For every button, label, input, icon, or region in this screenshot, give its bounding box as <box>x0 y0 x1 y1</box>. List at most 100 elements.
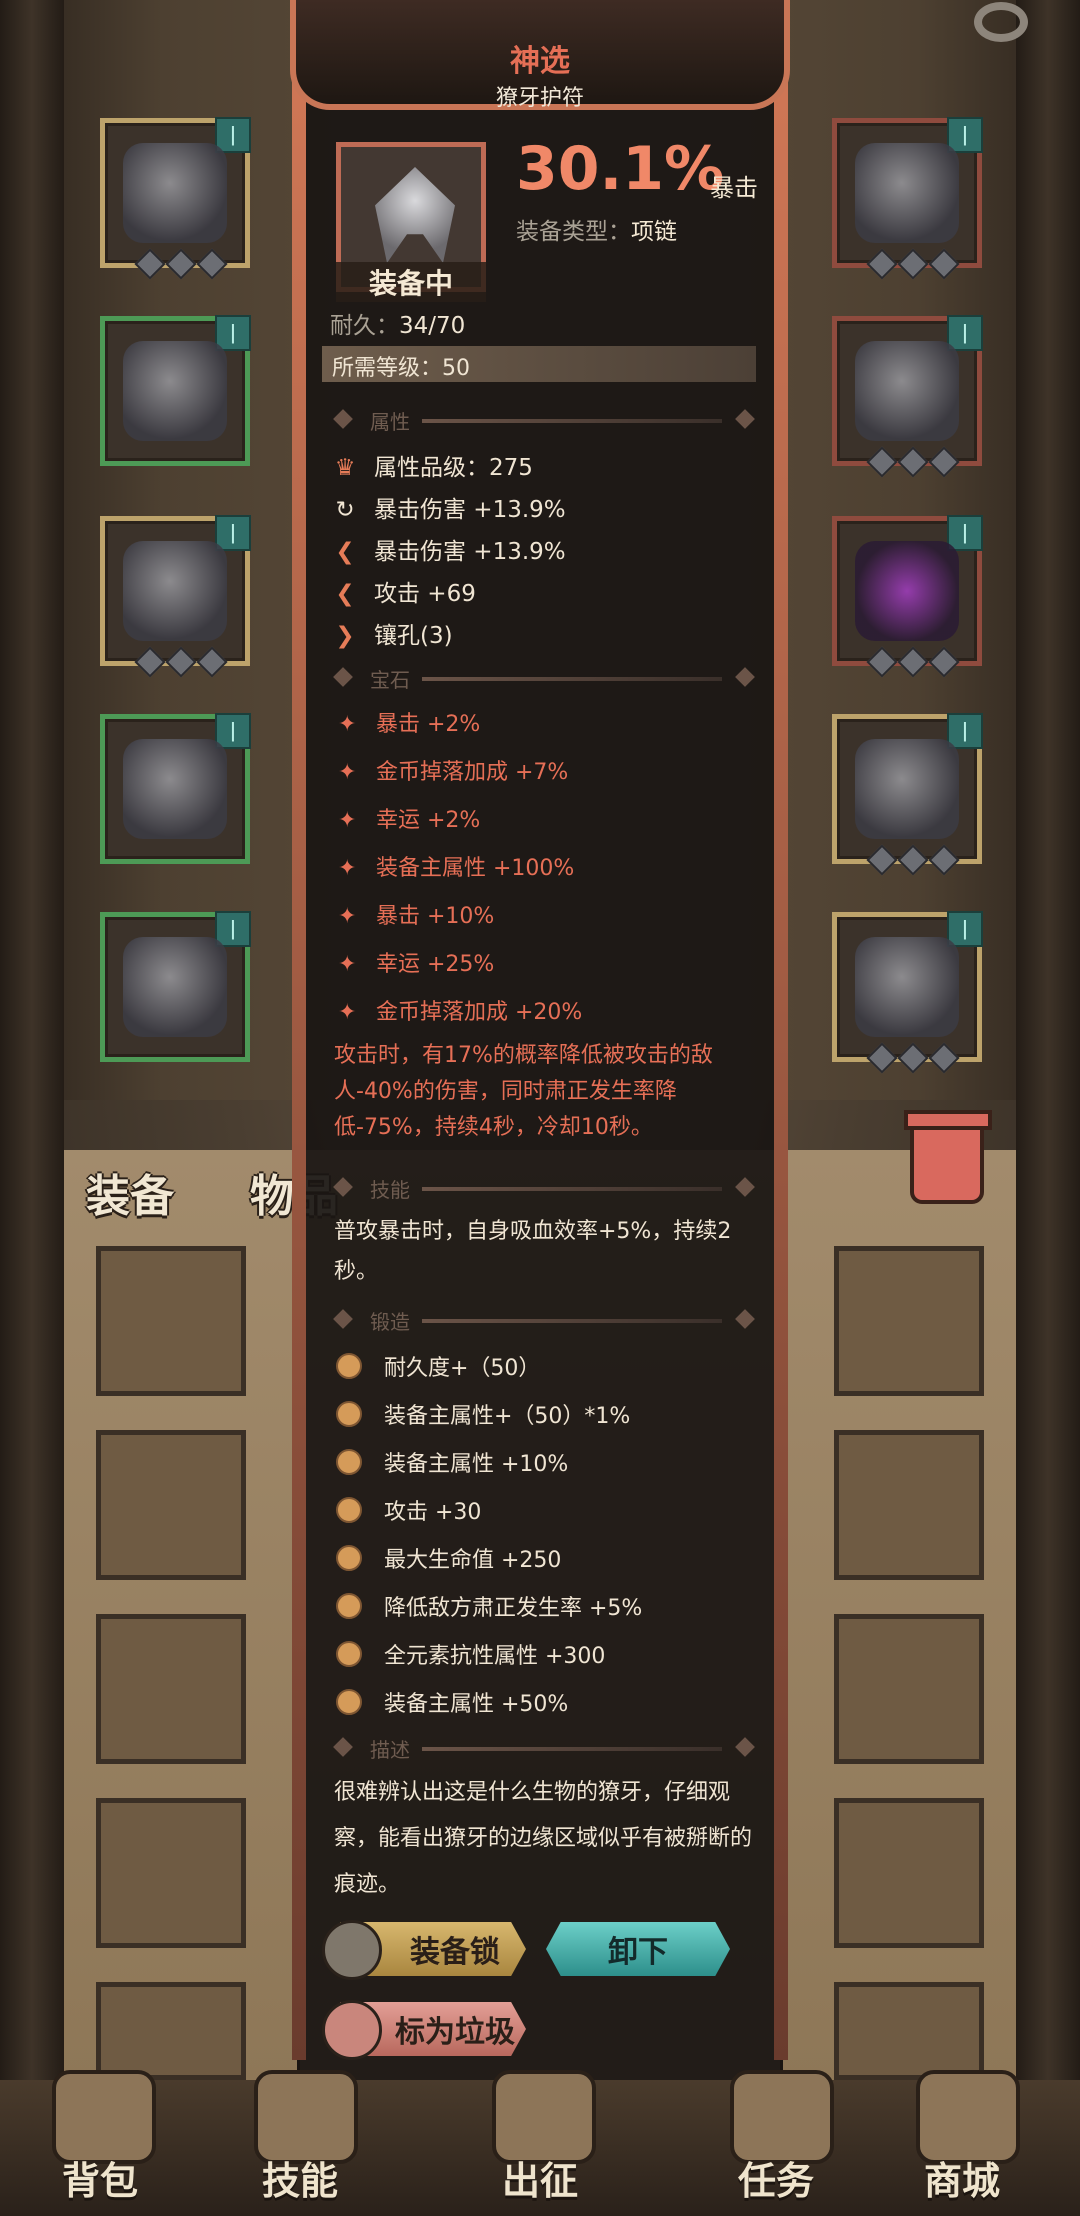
inventory-cell[interactable] <box>96 1982 246 2080</box>
nav-quests[interactable]: 任务 <box>738 2150 814 2205</box>
section-skills: 技能 <box>322 1172 756 1202</box>
gem-row: ✦ 幸运 +25% <box>338 946 494 978</box>
sparkle-icon: ✦ <box>338 712 357 737</box>
equip-slot-legs[interactable]: ǀ <box>100 713 251 864</box>
popup-edge-right <box>774 0 788 2060</box>
section-label: 属性 <box>370 410 410 434</box>
inventory-cell[interactable] <box>96 1246 246 1396</box>
sparkle-icon: ✦ <box>338 904 357 929</box>
equip-slot-shield[interactable]: ǀ <box>832 911 983 1074</box>
tab-equipment[interactable]: 装备 <box>86 1160 174 1224</box>
gem-row: ✦ 金币掉落加成 +20% <box>338 994 582 1026</box>
forge-row: 装备主属性 +50% <box>336 1686 568 1718</box>
attribute-row: ❯ 镶孔(3) <box>330 616 452 650</box>
forge-text: 装备主属性+（50）*1% <box>384 1404 631 1429</box>
forge-dot-icon <box>336 1593 362 1619</box>
inventory-cell[interactable] <box>834 1982 984 2080</box>
sparkle-icon: ✦ <box>338 760 357 785</box>
gem-text: 暴击 +10% <box>376 904 495 929</box>
section-label: 描述 <box>370 1738 410 1762</box>
equip-slot-necklace[interactable]: ǀ <box>832 117 983 280</box>
skull-item-icon <box>855 739 959 839</box>
unequip-button[interactable]: 卸下 <box>546 1922 730 1976</box>
gem-row: ✦ 金币掉落加成 +7% <box>338 754 568 786</box>
equip-slot-head[interactable]: ǀ <box>100 117 251 280</box>
nav-backpack[interactable]: 背包 <box>62 2150 138 2205</box>
forge-row: 最大生命值 +250 <box>336 1542 561 1574</box>
inventory-cell[interactable] <box>96 1614 246 1764</box>
attribute-text: 属性品级：275 <box>374 455 533 481</box>
forge-dot-icon <box>336 1689 362 1715</box>
forge-dot-icon <box>336 1641 362 1667</box>
forge-row: 降低敌方肃正发生率 +5% <box>336 1590 642 1622</box>
armor-item-icon <box>123 341 227 441</box>
section-gems: 宝石 <box>322 662 756 692</box>
description-text: 很难辨认出这是什么生物的獠牙，仔细观察，能看出獠牙的边缘区域似乎有被掰断的痕迹。 <box>334 1780 753 1897</box>
trash-tag-icon <box>322 2000 382 2060</box>
popup-edge-left <box>292 0 306 2060</box>
sparkle-icon: ✦ <box>338 856 357 881</box>
equip-slot-chest[interactable]: ǀ <box>100 315 251 466</box>
forge-row: 全元素抗性属性 +300 <box>336 1638 605 1670</box>
unequip-label: 卸下 <box>608 1935 668 1970</box>
helm-icon <box>375 167 455 263</box>
nav-expedition[interactable]: 出征 <box>502 2150 578 2205</box>
section-attributes: 属性 <box>322 404 756 434</box>
inventory-cell[interactable] <box>96 1430 246 1580</box>
forge-row: 装备主属性+（50）*1% <box>336 1398 630 1430</box>
inventory-cell[interactable] <box>834 1246 984 1396</box>
helm-item-icon <box>855 143 959 243</box>
attribute-text: 暴击伤害 +13.9% <box>374 539 566 565</box>
forge-dot-icon <box>336 1353 362 1379</box>
crit-value: 30.1% <box>516 134 725 204</box>
socket-gems <box>866 248 960 280</box>
equip-slot-ring[interactable]: ǀ <box>832 315 983 478</box>
emblem-item-icon <box>855 937 959 1037</box>
arrow-icon: ❮ <box>335 539 355 565</box>
nav-skills[interactable]: 技能 <box>262 2150 338 2205</box>
inventory-cell[interactable] <box>96 1798 246 1948</box>
nav-shop[interactable]: 商城 <box>924 2150 1000 2205</box>
required-level: 所需等级：50 <box>332 356 470 381</box>
settings-gear-icon[interactable] <box>974 2 1028 42</box>
gem-row: ✦ 暴击 +2% <box>338 706 480 738</box>
section-forge: 锻造 <box>322 1304 756 1334</box>
attribute-text: 攻击 +69 <box>374 581 476 607</box>
forge-row: 装备主属性 +10% <box>336 1446 568 1478</box>
gem-text: 暴击 +2% <box>376 712 481 737</box>
boots-item-icon <box>123 937 227 1037</box>
trash-icon[interactable] <box>904 1110 992 1204</box>
lock-icon <box>322 1920 382 1980</box>
skill-text: 普攻暴击时，自身吸血效率+5%，持续2秒。 <box>334 1219 732 1284</box>
gauntlet-item-icon <box>123 541 227 641</box>
item-type: 装备类型：项链 <box>516 212 677 246</box>
forge-dot-icon <box>336 1545 362 1571</box>
arrow-icon: ❮ <box>335 581 355 607</box>
pants-item-icon <box>123 739 227 839</box>
durability-label: 耐久： <box>330 313 399 339</box>
equip-slot-gloves[interactable]: ǀ <box>100 515 251 678</box>
forge-text: 装备主属性 +50% <box>384 1692 569 1717</box>
inventory-cell[interactable] <box>834 1798 984 1948</box>
attribute-text: 暴击伤害 +13.9% <box>374 497 566 523</box>
forge-text: 降低敌方肃正发生率 +5% <box>384 1596 643 1621</box>
attribute-row: ↻ 暴击伤害 +13.9% <box>330 490 566 524</box>
forge-dot-icon <box>336 1401 362 1427</box>
equip-slot-weapon[interactable]: ǀ <box>832 713 983 876</box>
forge-row: 攻击 +30 <box>336 1494 481 1526</box>
inventory-cell[interactable] <box>834 1430 984 1580</box>
attribute-row: ❮ 暴击伤害 +13.9% <box>330 532 566 566</box>
equip-slot-offhand[interactable]: ǀ <box>832 515 983 678</box>
sparkle-icon: ✦ <box>338 1000 357 1025</box>
equip-slot-boots[interactable]: ǀ <box>100 911 251 1062</box>
ring-item-icon <box>855 341 959 441</box>
durability: 耐久：34/70 <box>330 306 465 340</box>
sparkle-icon: ✦ <box>338 952 357 977</box>
section-label: 锻造 <box>370 1310 410 1334</box>
item-name: 獠牙护符 <box>495 86 584 111</box>
attribute-row: ♛ 属性品级：275 <box>330 448 533 482</box>
section-label: 技能 <box>370 1178 410 1202</box>
socket-gems <box>134 248 228 280</box>
equipped-badge: 装备中 <box>336 262 486 302</box>
inventory-cell[interactable] <box>834 1614 984 1764</box>
